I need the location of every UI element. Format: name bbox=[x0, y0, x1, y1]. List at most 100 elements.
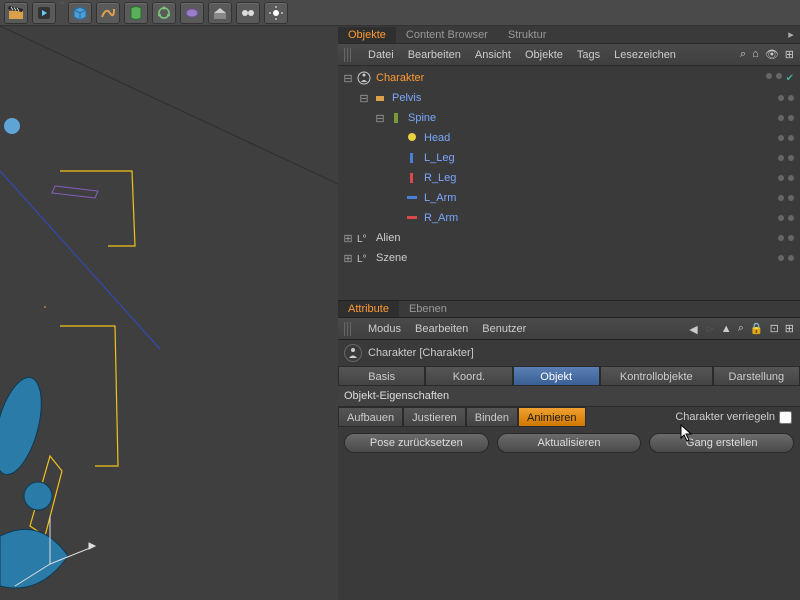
menu-benutzer[interactable]: Benutzer bbox=[482, 323, 526, 335]
section-title: Objekt-Eigenschaften bbox=[338, 386, 800, 407]
reset-pose-button[interactable]: Pose zurücksetzen bbox=[344, 433, 489, 453]
tab-content-browser[interactable]: Content Browser bbox=[396, 27, 498, 43]
spine-icon bbox=[388, 110, 404, 126]
panel-menu-icon[interactable]: ▸ bbox=[784, 28, 798, 42]
expander-icon[interactable]: ⊞ bbox=[342, 252, 354, 265]
nav-fwd-icon[interactable]: ▻ bbox=[706, 322, 714, 335]
menu-ansicht[interactable]: Ansicht bbox=[475, 49, 511, 61]
expander-icon[interactable]: ⊟ bbox=[342, 72, 354, 85]
head-icon bbox=[404, 130, 420, 146]
tool-light-icon[interactable] bbox=[264, 2, 288, 24]
menu-objekte[interactable]: Objekte bbox=[525, 49, 563, 61]
visibility-dots[interactable] bbox=[778, 255, 794, 261]
viewport-scene bbox=[0, 26, 338, 600]
tree-label: Pelvis bbox=[392, 92, 421, 104]
tool-clapperboard-icon[interactable] bbox=[4, 2, 28, 24]
tree-node-charakter[interactable]: ⊟Charakter✔ bbox=[338, 68, 800, 88]
subtab-binden[interactable]: Binden bbox=[466, 407, 518, 427]
expander-icon[interactable]: ⊟ bbox=[374, 112, 386, 125]
tool-camera-icon[interactable] bbox=[236, 2, 260, 24]
tab-attribute[interactable]: Attribute bbox=[338, 301, 399, 317]
tool-generator-icon[interactable] bbox=[152, 2, 176, 24]
tree-label: L_Leg bbox=[424, 152, 455, 164]
lleg-icon bbox=[404, 150, 420, 166]
pin-icon[interactable]: ⊡ bbox=[770, 322, 779, 335]
tree-node-r_arm[interactable]: R_Arm bbox=[338, 208, 800, 228]
tree-label: Szene bbox=[376, 252, 407, 264]
lock-icon[interactable]: 🔒 bbox=[750, 322, 764, 335]
subtab-animieren[interactable]: Animieren bbox=[518, 407, 586, 427]
tool-environment-icon[interactable] bbox=[208, 2, 232, 24]
rarm-icon bbox=[404, 210, 420, 226]
tab-objekte[interactable]: Objekte bbox=[338, 27, 396, 43]
tab-basis[interactable]: Basis bbox=[338, 366, 425, 386]
grip-icon bbox=[344, 48, 352, 62]
home-icon[interactable]: ⌂ bbox=[752, 48, 759, 61]
tab-koord[interactable]: Koord. bbox=[425, 366, 512, 386]
menu-tags[interactable]: Tags bbox=[577, 49, 600, 61]
expander-icon[interactable]: ⊞ bbox=[342, 232, 354, 245]
lock-character[interactable]: Charakter verriegeln bbox=[675, 411, 792, 424]
tree-label: L_Arm bbox=[424, 192, 456, 204]
visibility-dots[interactable] bbox=[778, 235, 794, 241]
tab-ebenen[interactable]: Ebenen bbox=[399, 301, 457, 317]
lock-checkbox[interactable] bbox=[779, 411, 792, 424]
svg-text:L°: L° bbox=[357, 254, 367, 265]
tree-node-head[interactable]: Head bbox=[338, 128, 800, 148]
tool-spline-icon[interactable] bbox=[96, 2, 120, 24]
visibility-dots[interactable] bbox=[778, 215, 794, 221]
menu-datei[interactable]: Datei bbox=[368, 49, 394, 61]
tree-node-spine[interactable]: ⊟Spine bbox=[338, 108, 800, 128]
tree-node-r_leg[interactable]: R_Leg bbox=[338, 168, 800, 188]
hierarchy-tree[interactable]: ⊟Charakter✔⊟Pelvis⊟SpineHeadL_LegR_LegL_… bbox=[338, 66, 800, 300]
tool-cube-icon[interactable] bbox=[68, 2, 92, 24]
expand-icon[interactable]: ⊞ bbox=[785, 322, 794, 335]
rleg-icon bbox=[404, 170, 420, 186]
null-icon: L° bbox=[356, 250, 372, 266]
menu-bearbeiten2[interactable]: Bearbeiten bbox=[415, 323, 468, 335]
pelvis-icon bbox=[372, 90, 388, 106]
menu-lesezeichen[interactable]: Lesezeichen bbox=[614, 49, 676, 61]
expand-icon[interactable]: ⊞ bbox=[785, 48, 794, 61]
tree-node-pelvis[interactable]: ⊟ Pelvis bbox=[338, 88, 800, 108]
create-walk-button[interactable]: Gang erstellen bbox=[649, 433, 794, 453]
eye-icon[interactable]: 👁 bbox=[765, 48, 779, 61]
visibility-dots[interactable] bbox=[778, 135, 794, 141]
tab-struktur[interactable]: Struktur bbox=[498, 27, 557, 43]
tab-objekt[interactable]: Objekt bbox=[513, 366, 600, 386]
tool-deformer-icon[interactable] bbox=[180, 2, 204, 24]
tab-darstellung[interactable]: Darstellung bbox=[713, 366, 800, 386]
search-icon[interactable]: ⌕ bbox=[738, 322, 744, 335]
visibility-dots[interactable]: ✔ bbox=[766, 73, 794, 84]
tool-play-icon[interactable] bbox=[32, 2, 56, 24]
tool-nurbs-icon[interactable] bbox=[124, 2, 148, 24]
char-icon bbox=[356, 70, 372, 86]
tree-node-l_arm[interactable]: L_Arm bbox=[338, 188, 800, 208]
nav-back-icon[interactable]: ◄ bbox=[686, 321, 700, 337]
subtab-justieren[interactable]: Justieren bbox=[403, 407, 466, 427]
visibility-dots[interactable] bbox=[778, 155, 794, 161]
viewport[interactable] bbox=[0, 26, 338, 600]
character-icon bbox=[344, 344, 362, 362]
search-icon[interactable]: ⌕ bbox=[740, 48, 746, 61]
lock-label: Charakter verriegeln bbox=[675, 411, 775, 423]
menu-bearbeiten[interactable]: Bearbeiten bbox=[408, 49, 461, 61]
tree-label: Alien bbox=[376, 232, 400, 244]
nav-up-icon[interactable]: ▲ bbox=[721, 323, 732, 335]
visibility-dots[interactable] bbox=[778, 175, 794, 181]
update-button[interactable]: Aktualisieren bbox=[497, 433, 642, 453]
tree-label: R_Arm bbox=[424, 212, 458, 224]
check-icon: ✔ bbox=[786, 73, 794, 84]
menu-modus[interactable]: Modus bbox=[368, 323, 401, 335]
visibility-dots[interactable] bbox=[778, 95, 794, 101]
tree-node-l_leg[interactable]: L_Leg bbox=[338, 148, 800, 168]
tree-node-szene[interactable]: ⊞L° Szene bbox=[338, 248, 800, 268]
tree-node-alien[interactable]: ⊞L°Alien bbox=[338, 228, 800, 248]
visibility-dots[interactable] bbox=[778, 115, 794, 121]
subtabs: Aufbauen Justieren Binden Animieren Char… bbox=[338, 407, 800, 427]
visibility-dots[interactable] bbox=[778, 195, 794, 201]
tree-label: Head bbox=[424, 132, 450, 144]
tab-kontrollobjekte[interactable]: Kontrollobjekte bbox=[600, 366, 713, 386]
expander-icon[interactable]: ⊟ bbox=[358, 92, 370, 105]
subtab-aufbauen[interactable]: Aufbauen bbox=[338, 407, 403, 427]
